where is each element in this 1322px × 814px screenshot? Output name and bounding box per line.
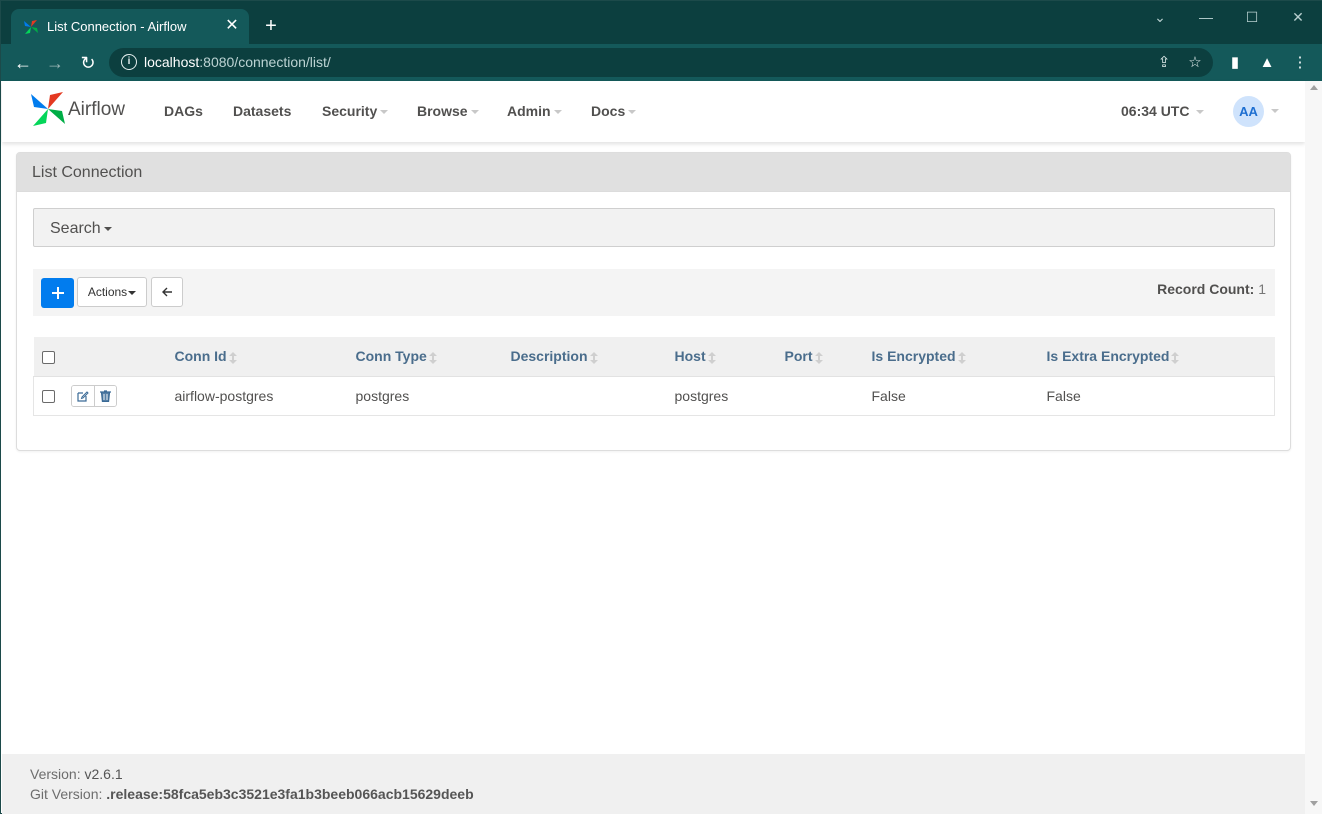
nav-docs[interactable]: Docs [591,103,637,119]
cell-host: postgres [674,376,785,416]
chevron-down-icon [553,110,562,115]
edit-record-button[interactable] [71,385,94,406]
nav-security[interactable]: Security [322,103,389,119]
site-info-icon[interactable]: i [121,54,137,70]
user-avatar[interactable]: AA [1233,96,1264,127]
browser-menu-icon[interactable]: ⋮ [1290,53,1310,73]
page-scrollbar[interactable] [1305,81,1322,814]
add-connection-button[interactable] [41,278,74,308]
actions-bar: Actions Record Count: 1 [33,269,1275,316]
chevron-down-icon [128,290,137,295]
close-tab-icon[interactable]: ✕ [221,15,243,37]
close-window-icon[interactable]: ✕ [1275,5,1321,29]
record-count: Record Count: 1 [1157,281,1266,297]
edit-icon [76,390,89,402]
share-icon[interactable]: ⇪ [1155,54,1173,72]
column-header-host[interactable]: Host [674,337,785,377]
version-info: Version: v2.6.1 [30,766,123,782]
cell-is-extra-encrypted: False [1046,376,1275,416]
column-header-port[interactable]: Port [784,337,872,377]
arrow-left-icon [161,287,172,297]
cell-port [784,376,872,416]
chevron-down-icon [1196,110,1205,115]
select-all-checkbox[interactable] [41,351,55,365]
search-label[interactable]: Search [50,220,112,238]
list-connection-panel: List Connection Search Actions Record Co… [16,152,1291,451]
row-checkbox[interactable] [42,390,55,404]
browser-tab[interactable]: List Connection - Airflow ✕ [11,9,249,44]
chevron-down-icon [470,110,479,115]
cell-conn-id: airflow-postgres [174,376,356,416]
nav-datasets[interactable]: Datasets [233,103,291,119]
scroll-down-icon[interactable] [1310,801,1318,806]
cell-description [510,376,675,416]
column-header-conn-id[interactable]: Conn Id [174,337,356,377]
chevron-down-icon [103,226,112,231]
browser-toolbar: ← → ↻ i localhost:8080/connection/list/ … [1,44,1322,81]
search-toggle[interactable]: Search [33,208,1275,247]
row-action-buttons [70,384,117,407]
brand-name[interactable]: Airflow [68,99,125,121]
nav-admin[interactable]: Admin [507,103,562,119]
maximize-icon[interactable]: ☐ [1229,5,1275,29]
page-title: List Connection [32,164,143,181]
reload-icon[interactable]: ↻ [74,49,102,77]
sort-icon [428,351,437,364]
sort-icon [957,351,966,364]
panel-heading: List Connection [17,153,1290,192]
nav-dags[interactable]: DAGs [164,103,203,119]
sort-icon [814,351,823,364]
sort-icon [1171,351,1180,364]
chevron-down-icon [380,110,389,115]
airflow-favicon-icon [24,20,38,34]
delete-record-button[interactable] [93,385,116,406]
cell-is-encrypted: False [871,376,1047,416]
forward-icon[interactable]: → [41,49,69,77]
cell-conn-type: postgres [355,376,511,416]
column-header-description[interactable]: Description [510,337,675,377]
bookmark-star-icon[interactable]: ☆ [1186,54,1204,72]
url-text[interactable]: localhost:8080/connection/list/ [144,54,331,70]
column-header-is-extra-encrypted[interactable]: Is Extra Encrypted [1046,337,1275,377]
sort-icon [707,351,716,364]
minimize-icon[interactable]: — [1183,5,1229,29]
sort-icon [589,351,598,364]
column-header-is-encrypted[interactable]: Is Encrypted [871,337,1047,377]
footer: Version: v2.6.1 Git Version: .release:58… [2,754,1305,814]
new-tab-button[interactable]: + [259,14,283,38]
scroll-up-icon[interactable] [1310,85,1318,90]
back-icon[interactable]: ← [9,49,37,77]
actions-dropdown-button[interactable]: Actions [77,277,147,307]
airflow-logo-icon[interactable] [29,90,67,128]
airflow-navbar: Airflow DAGs Datasets Security Browse Ad… [2,81,1305,142]
browser-window: List Connection - Airflow ✕ + ⌄ — ☐ ✕ ← … [0,0,1322,814]
address-bar[interactable]: i localhost:8080/connection/list/ ⇪ ☆ [109,48,1213,77]
trash-icon [99,389,111,402]
nav-browse[interactable]: Browse [417,103,479,119]
utc-clock[interactable]: 06:34 UTC [1121,103,1205,119]
sort-icon [228,351,237,364]
column-header-conn-type[interactable]: Conn Type [355,337,511,377]
back-button[interactable] [151,277,183,307]
tab-strip: List Connection - Airflow ✕ + ⌄ — ☐ ✕ [1,1,1322,44]
table-row: airflow-postgres postgres postgres False… [33,376,1275,416]
git-version-info: Git Version: .release:58fca5eb3c3521e3fa… [30,786,474,802]
chevron-down-icon [628,110,637,115]
connections-table: Conn Id Conn Type Description Host Port … [33,337,1275,416]
side-panel-icon[interactable]: ▮ [1225,53,1245,73]
user-menu-chevron-icon[interactable] [1271,109,1279,113]
plus-icon [51,287,64,299]
tab-title: List Connection - Airflow [47,19,187,34]
extension-icon[interactable]: ▲ [1257,53,1277,73]
tab-search-chevron-icon[interactable]: ⌄ [1137,5,1183,29]
table-header-row: Conn Id Conn Type Description Host Port … [33,337,1275,377]
